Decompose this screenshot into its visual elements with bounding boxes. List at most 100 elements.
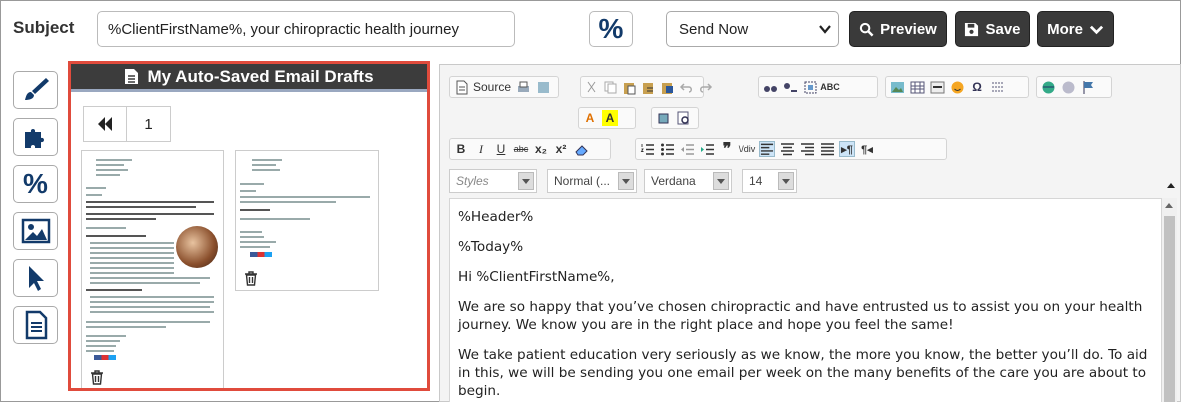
- undo-icon[interactable]: [679, 79, 694, 95]
- bold-icon[interactable]: B: [453, 141, 469, 157]
- strikethrough-icon[interactable]: abc: [513, 141, 529, 157]
- page-break-icon[interactable]: [989, 79, 1005, 95]
- save-icon[interactable]: [535, 79, 551, 95]
- draft-thumbnail[interactable]: [81, 150, 224, 388]
- search-icon: [859, 22, 874, 36]
- print-icon[interactable]: [515, 79, 531, 95]
- source-button[interactable]: Source: [473, 80, 511, 94]
- numbered-list-icon[interactable]: [639, 141, 655, 157]
- link-icon[interactable]: [1040, 79, 1056, 95]
- collapse-toolbar-icon[interactable]: [1167, 183, 1175, 188]
- justify-icon[interactable]: [819, 141, 835, 157]
- toolbar-group-insert: Ω: [885, 76, 1029, 98]
- preview-icon[interactable]: [675, 110, 691, 126]
- percent-icon: %: [23, 168, 48, 199]
- send-timing-select[interactable]: Send Now: [666, 11, 839, 47]
- auto-saved-drafts-panel: My Auto-Saved Email Drafts 1: [68, 61, 430, 391]
- chiropractic-photo: [176, 226, 218, 268]
- align-left-icon[interactable]: [759, 141, 775, 157]
- redo-icon[interactable]: [698, 79, 713, 95]
- select-all-icon[interactable]: [802, 79, 818, 95]
- editor-content-area[interactable]: %Header% %Today% Hi %ClientFirstName%, W…: [449, 198, 1162, 402]
- header-merge-field: %Header%: [458, 209, 534, 225]
- find-icon[interactable]: [762, 79, 778, 95]
- indent-icon[interactable]: [699, 141, 715, 157]
- copy-icon[interactable]: [603, 79, 618, 95]
- blockquote-icon[interactable]: ❞: [719, 141, 735, 158]
- scrollbar-thumb[interactable]: [1164, 216, 1175, 402]
- text-color-icon[interactable]: A: [582, 110, 598, 126]
- body-paragraph: We are so happy that you’ve chosen chiro…: [458, 299, 1143, 333]
- replace-icon[interactable]: [782, 79, 798, 95]
- font-dropdown[interactable]: Verdana: [644, 169, 732, 193]
- paintbrush-icon: [24, 78, 49, 100]
- align-right-icon[interactable]: [799, 141, 815, 157]
- scroll-up-arrow-icon[interactable]: [1165, 203, 1173, 208]
- drafts-panel-header: My Auto-Saved Email Drafts: [71, 64, 427, 92]
- bulleted-list-icon[interactable]: [659, 141, 675, 157]
- templates-tool-button[interactable]: [13, 306, 58, 344]
- font-size-dropdown[interactable]: 14: [742, 169, 797, 193]
- more-label: More: [1047, 20, 1083, 38]
- rich-text-editor: Source ABC Ω A A B I U abc x₂ x² ❞ \/div…: [439, 64, 1181, 402]
- paste-word-icon[interactable]: [660, 79, 675, 95]
- more-button[interactable]: More: [1037, 11, 1114, 47]
- table-icon[interactable]: [909, 79, 925, 95]
- text-direction-rtl-icon[interactable]: ¶◂: [859, 141, 875, 157]
- text-direction-ltr-icon[interactable]: ▸¶: [839, 141, 855, 157]
- editor-scrollbar[interactable]: [1162, 198, 1177, 402]
- spellcheck-icon[interactable]: ABC: [820, 79, 840, 95]
- chevron-down-icon: [713, 172, 729, 190]
- trash-icon[interactable]: [244, 271, 258, 286]
- select-tool-button[interactable]: [13, 259, 58, 297]
- images-tool-button[interactable]: [13, 212, 58, 250]
- cut-icon[interactable]: [584, 79, 599, 95]
- unlink-icon[interactable]: [1060, 79, 1076, 95]
- chevron-down-icon: [518, 172, 534, 190]
- smiley-icon[interactable]: [949, 79, 965, 95]
- superscript-icon[interactable]: x²: [553, 141, 569, 157]
- div-container-icon[interactable]: \/div: [739, 141, 756, 157]
- design-tool-button[interactable]: [13, 71, 58, 109]
- draft-thumbnail[interactable]: [235, 150, 379, 291]
- subscript-icon[interactable]: x₂: [533, 141, 549, 157]
- subject-label: Subject: [13, 18, 75, 37]
- preview-button[interactable]: Preview: [849, 11, 947, 47]
- horizontal-rule-icon[interactable]: [929, 79, 945, 95]
- format-dropdown[interactable]: Normal (...: [547, 169, 637, 193]
- insert-merge-field-button[interactable]: %: [589, 11, 633, 47]
- special-char-icon[interactable]: Ω: [969, 79, 985, 95]
- anchor-flag-icon[interactable]: [1080, 79, 1096, 95]
- styles-dropdown[interactable]: Styles: [449, 169, 537, 193]
- outdent-icon[interactable]: [679, 141, 695, 157]
- social-icons: [94, 355, 116, 360]
- maximize-icon[interactable]: [655, 110, 671, 126]
- font-size-dropdown-value: 14: [749, 174, 763, 188]
- subject-input[interactable]: %ClientFirstName%, your chiropractic hea…: [97, 11, 515, 47]
- image-icon[interactable]: [889, 79, 905, 95]
- toolbar-group-tools: [651, 107, 699, 129]
- document-icon: [25, 310, 47, 340]
- widgets-tool-button[interactable]: [13, 118, 58, 156]
- toolbar-group-document: Source: [449, 76, 559, 98]
- remove-format-icon[interactable]: [573, 141, 589, 157]
- paste-text-icon[interactable]: [641, 79, 656, 95]
- save-button[interactable]: Save: [955, 11, 1030, 47]
- paste-icon[interactable]: [622, 79, 637, 95]
- italic-icon[interactable]: I: [473, 141, 489, 157]
- merge-fields-tool-button[interactable]: %: [13, 165, 58, 203]
- page-number[interactable]: 1: [127, 106, 171, 142]
- send-timing-value: Send Now: [679, 20, 749, 38]
- image-icon: [21, 218, 50, 244]
- date-merge-field: %Today%: [458, 239, 524, 255]
- font-dropdown-value: Verdana: [651, 174, 696, 188]
- background-color-icon[interactable]: A: [602, 110, 618, 126]
- underline-icon[interactable]: U: [493, 141, 509, 157]
- cursor-icon: [28, 266, 44, 291]
- document-icon: [125, 69, 139, 84]
- align-center-icon[interactable]: [779, 141, 795, 157]
- first-page-button[interactable]: [83, 106, 127, 142]
- double-chevron-left-icon: [98, 117, 112, 131]
- trash-icon[interactable]: [90, 370, 104, 385]
- chevron-down-icon: [778, 172, 794, 190]
